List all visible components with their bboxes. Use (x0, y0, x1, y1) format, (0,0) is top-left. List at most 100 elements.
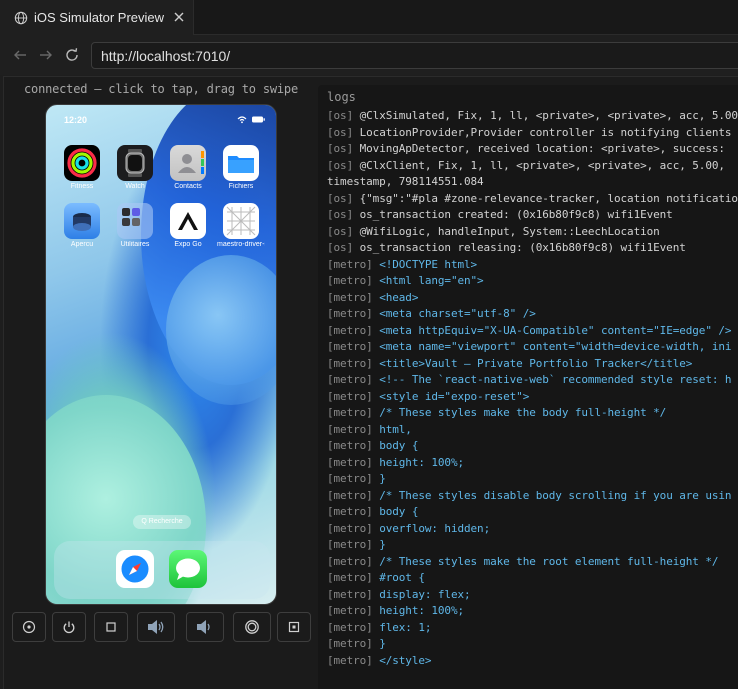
close-icon[interactable] (172, 10, 186, 24)
log-line: [metro] <!-- The `react-native-web` reco… (327, 372, 738, 389)
log-message: <meta charset="utf-8" /> (379, 307, 536, 320)
status-bar-icons (237, 116, 265, 124)
power-icon (63, 621, 75, 634)
ring-icon (245, 620, 259, 634)
log-message: html, (379, 422, 412, 436)
url-input[interactable]: http://localhost:7010/ (91, 42, 738, 69)
log-message: #root { (379, 571, 425, 584)
log-tag: [metro] (327, 488, 373, 502)
log-message: height: 100%; (379, 455, 464, 469)
log-line: [os] @ClxSimulated, Fix, 1, ll, <private… (327, 108, 738, 125)
log-tag: [metro] (327, 307, 373, 320)
log-tag: [metro] (327, 571, 373, 584)
log-tag: [os] (327, 125, 354, 139)
forward-arrow-icon[interactable] (38, 47, 54, 63)
log-message: } (379, 472, 386, 485)
dock-safari[interactable] (116, 550, 154, 588)
log-tag: [metro] (327, 356, 373, 370)
log-message: <style id="expo-reset"> (379, 389, 530, 403)
app-contacts[interactable]: Contacts (164, 145, 212, 190)
app-fichiers[interactable]: Fichiers (217, 145, 265, 190)
expo-go-icon (170, 203, 206, 239)
log-line: [metro] body { (327, 438, 738, 455)
app-watch[interactable]: Watch (111, 145, 159, 190)
grid-icon (223, 203, 259, 239)
siri-button[interactable] (233, 612, 271, 642)
log-line: [metro] <meta httpEquiv="X-UA-Compatible… (327, 323, 738, 340)
fitness-icon (64, 145, 100, 181)
speaker-loud-icon (148, 620, 164, 634)
log-tag: [metro] (327, 538, 373, 551)
log-line: [metro] /* These styles make the root el… (327, 554, 738, 571)
power-button[interactable] (52, 612, 86, 642)
log-line: [metro] <style id="expo-reset"> (327, 389, 738, 406)
log-tag: [metro] (327, 439, 373, 452)
log-message: </style> (379, 653, 432, 667)
log-line: [metro] <title>Vault — Private Portfolio… (327, 356, 738, 373)
log-line: timestamp, 798114551.084 (327, 174, 738, 191)
log-tag: [metro] (327, 521, 373, 535)
log-message: body { (379, 505, 419, 518)
log-message: <!DOCTYPE html> (379, 257, 478, 271)
app-label: Fichiers (228, 183, 254, 190)
back-arrow-icon[interactable] (12, 47, 28, 63)
log-message: <meta httpEquiv="X-UA-Compatible" conten… (379, 323, 732, 337)
dock-messages[interactable] (169, 550, 207, 588)
log-tag: [os] (327, 142, 354, 155)
log-message: <!-- The `react-native-web` recommended … (379, 373, 732, 386)
log-tag: [metro] (327, 389, 373, 403)
log-message: <html lang="en"> (379, 274, 484, 287)
log-tag: [os] (327, 208, 354, 221)
app-fitness[interactable]: Fitness (58, 145, 106, 190)
log-message: display: flex; (379, 587, 471, 601)
log-message: @ClxSimulated, Fix, 1, ll, <private>, <p… (359, 109, 738, 122)
log-line: [os] {"msg":"#pla #zone-relevance-tracke… (327, 191, 738, 208)
log-tag: [metro] (327, 455, 373, 469)
log-line: [metro] height: 100%; (327, 603, 738, 620)
app-expo-go[interactable]: Expo Go (164, 203, 212, 248)
app-label: Fitness (70, 183, 94, 190)
app-maestro-driver[interactable]: maestro-driver-i... (217, 203, 265, 248)
dock (54, 541, 270, 599)
log-line: [metro] </style> (327, 653, 738, 670)
log-message: height: 100%; (379, 604, 464, 617)
volume-up-button[interactable] (137, 612, 175, 642)
app-switcher-button[interactable] (94, 612, 128, 642)
app-utilitaires[interactable]: Utilitaires (111, 203, 159, 248)
connection-status: connected — click to tap, drag to swipe (24, 82, 298, 96)
log-tag: [metro] (327, 653, 373, 667)
folder-icon (223, 145, 259, 181)
reload-icon[interactable] (64, 47, 80, 63)
tab-ios-simulator-preview[interactable]: iOS Simulator Preview (0, 0, 194, 35)
log-line: [os] MovingApDetector, received location… (327, 141, 738, 158)
log-message: overflow: hidden; (379, 521, 491, 535)
contacts-icon (170, 145, 206, 181)
log-tag: [metro] (327, 637, 373, 650)
logs-panel[interactable]: logs [os] @ClxSimulated, Fix, 1, ll, <pr… (318, 85, 738, 689)
folder-utilities-icon (117, 203, 153, 239)
log-tag: [os] (327, 191, 354, 205)
log-message: <head> (379, 290, 419, 304)
log-line: [metro] <meta charset="utf-8" /> (327, 306, 738, 323)
log-line: [metro] #root { (327, 570, 738, 587)
home-button[interactable] (12, 612, 46, 642)
log-message: <meta name="viewport" content="width=dev… (379, 340, 732, 353)
log-line: [os] @WifiLogic, handleInput, System::Le… (327, 224, 738, 241)
messages-icon (176, 558, 200, 580)
log-message: os_transaction created: (0x16b80f9c8) wi… (359, 208, 673, 221)
screenshot-button[interactable] (277, 612, 311, 642)
log-message: @ClxClient, Fix, 1, ll, <private>, <priv… (359, 158, 725, 172)
log-line: [os] os_transaction created: (0x16b80f9c… (327, 207, 738, 224)
log-line: [metro] /* These styles make the body fu… (327, 405, 738, 422)
simulator-screen[interactable]: 12:20 Fitness Watch Contacts Fichiers Ap… (45, 104, 277, 605)
log-tag: [metro] (327, 323, 373, 337)
log-line: [metro] body { (327, 504, 738, 521)
log-message: timestamp, 798114551.084 (327, 175, 484, 188)
log-tag: [metro] (327, 340, 373, 353)
volume-down-button[interactable] (186, 612, 224, 642)
home-search-button[interactable]: Q Recherche (133, 515, 191, 529)
tab-title: iOS Simulator Preview (34, 10, 165, 25)
globe-icon (14, 11, 28, 24)
log-tag: [metro] (327, 587, 373, 601)
app-apercu[interactable]: Apercu (58, 203, 106, 248)
